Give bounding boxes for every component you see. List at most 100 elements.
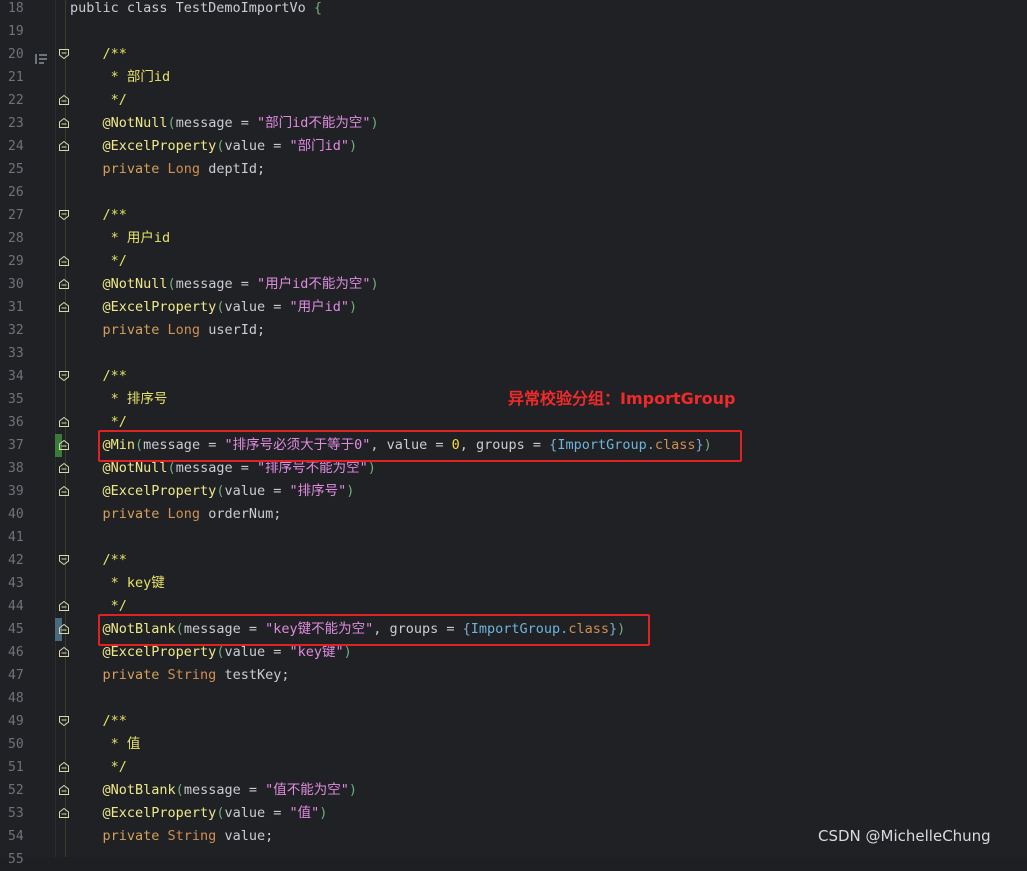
code-token: "值" — [289, 805, 320, 821]
code-line[interactable]: 29 */ — [0, 250, 1027, 273]
code-text: private Long orderNum; — [70, 503, 282, 526]
code-editor[interactable]: 18 public class TestDemoImportVo {19 20 /*… — [0, 0, 1027, 867]
code-line[interactable]: 55 — [0, 848, 1027, 871]
code-line[interactable]: 42 /** — [0, 549, 1027, 572]
highlight-box-notblank — [98, 614, 650, 646]
code-token: message = — [175, 276, 257, 292]
code-line[interactable]: 31 @ExcelProperty(value = "用户id") — [0, 296, 1027, 319]
code-text: public class TestDemoImportVo { — [70, 0, 322, 20]
fold-close-icon[interactable] — [59, 440, 69, 450]
code-text: * 用户id — [70, 227, 171, 250]
fold-open-icon[interactable] — [59, 555, 69, 565]
code-line[interactable]: 47 private String testKey; — [0, 664, 1027, 687]
code-token: @NotNull — [70, 115, 168, 131]
code-token: private — [70, 667, 168, 683]
code-line[interactable]: 18 public class TestDemoImportVo { — [0, 0, 1027, 20]
code-line[interactable]: 39 @ExcelProperty(value = "排序号") — [0, 480, 1027, 503]
fold-close-icon[interactable] — [59, 785, 69, 795]
code-token: message = — [175, 460, 257, 476]
fold-close-icon[interactable] — [59, 486, 69, 496]
code-token: Long — [167, 161, 209, 177]
structure-lines-icon[interactable] — [35, 49, 47, 64]
fold-close-icon[interactable] — [59, 256, 69, 266]
line-number: 28 — [8, 231, 24, 246]
line-number: 40 — [8, 507, 24, 522]
code-text: * 值 — [70, 733, 141, 756]
code-line[interactable]: 48 — [0, 687, 1027, 710]
code-token: Long — [167, 506, 209, 522]
code-line[interactable]: 50 * 值 — [0, 733, 1027, 756]
code-line[interactable]: 41 — [0, 526, 1027, 549]
fold-close-icon[interactable] — [59, 808, 69, 818]
code-line[interactable]: 43 * key键 — [0, 572, 1027, 595]
code-token: @ExcelProperty — [70, 805, 217, 821]
fold-close-icon[interactable] — [59, 417, 69, 427]
code-token: /** — [70, 207, 127, 223]
line-number: 52 — [8, 783, 24, 798]
code-token: { — [313, 0, 322, 16]
code-token: * 值 — [70, 736, 141, 752]
code-line[interactable]: 25 private Long deptId; — [0, 158, 1027, 181]
fold-close-icon[interactable] — [59, 647, 69, 657]
fold-close-icon[interactable] — [59, 118, 69, 128]
code-line[interactable]: 53 @ExcelProperty(value = "值") — [0, 802, 1027, 825]
code-line[interactable]: 28 * 用户id — [0, 227, 1027, 250]
code-line[interactable]: 23 @NotNull(message = "部门id不能为空") — [0, 112, 1027, 135]
fold-close-icon[interactable] — [59, 463, 69, 473]
fold-open-icon[interactable] — [59, 210, 69, 220]
code-token: deptId; — [208, 161, 266, 177]
line-number: 25 — [8, 162, 24, 177]
code-token: Long — [167, 322, 209, 338]
fold-open-icon[interactable] — [59, 716, 69, 726]
code-token: private — [70, 506, 168, 522]
code-token: /** — [70, 713, 127, 729]
fold-close-icon[interactable] — [59, 302, 69, 312]
code-text: /** — [70, 710, 127, 733]
line-number: 36 — [8, 415, 24, 430]
line-number: 20 — [8, 47, 24, 62]
code-token: private — [70, 828, 168, 844]
line-number: 41 — [8, 530, 24, 545]
code-line[interactable]: 24 @ExcelProperty(value = "部门id") — [0, 135, 1027, 158]
code-text: /** — [70, 204, 127, 227]
code-line[interactable]: 49 /** — [0, 710, 1027, 733]
code-line[interactable]: 51 */ — [0, 756, 1027, 779]
code-line[interactable]: 26 — [0, 181, 1027, 204]
code-token: value = — [224, 483, 290, 499]
code-line[interactable]: 22 */ — [0, 89, 1027, 112]
code-text: private String testKey; — [70, 664, 290, 687]
code-line[interactable]: 40 private Long orderNum; — [0, 503, 1027, 526]
fold-close-icon[interactable] — [59, 624, 69, 634]
fold-close-icon[interactable] — [59, 95, 69, 105]
code-token: */ — [70, 253, 127, 269]
line-number: 35 — [8, 392, 24, 407]
code-text: @ExcelProperty(value = "排序号") — [70, 480, 355, 503]
fold-close-icon[interactable] — [59, 762, 69, 772]
code-line[interactable]: 30 @NotNull(message = "用户id不能为空") — [0, 273, 1027, 296]
line-number: 30 — [8, 277, 24, 292]
fold-close-icon[interactable] — [59, 141, 69, 151]
code-token: /** — [70, 368, 127, 384]
code-text: /** — [70, 43, 127, 66]
code-line[interactable]: 52 @NotBlank(message = "值不能为空") — [0, 779, 1027, 802]
code-text: * 部门id — [70, 66, 171, 89]
code-line[interactable]: 33 — [0, 342, 1027, 365]
line-number: 47 — [8, 668, 24, 683]
code-text: @NotNull(message = "用户id不能为空") — [70, 273, 379, 296]
code-token: ) — [343, 644, 352, 660]
fold-open-icon[interactable] — [59, 49, 69, 59]
code-text: * key键 — [70, 572, 165, 595]
fold-close-icon[interactable] — [59, 601, 69, 611]
code-line[interactable]: 32 private Long userId; — [0, 319, 1027, 342]
code-token: @ExcelProperty — [70, 644, 217, 660]
code-line[interactable]: 21 * 部门id — [0, 66, 1027, 89]
code-line[interactable]: 27 /** — [0, 204, 1027, 227]
code-token: ( — [167, 276, 176, 292]
code-line[interactable]: 20 /** — [0, 43, 1027, 66]
fold-close-icon[interactable] — [59, 279, 69, 289]
code-token: "排序号" — [289, 483, 347, 499]
code-line[interactable]: 19 — [0, 20, 1027, 43]
fold-open-icon[interactable] — [59, 371, 69, 381]
line-number: 26 — [8, 185, 24, 200]
code-token: value = — [224, 805, 290, 821]
